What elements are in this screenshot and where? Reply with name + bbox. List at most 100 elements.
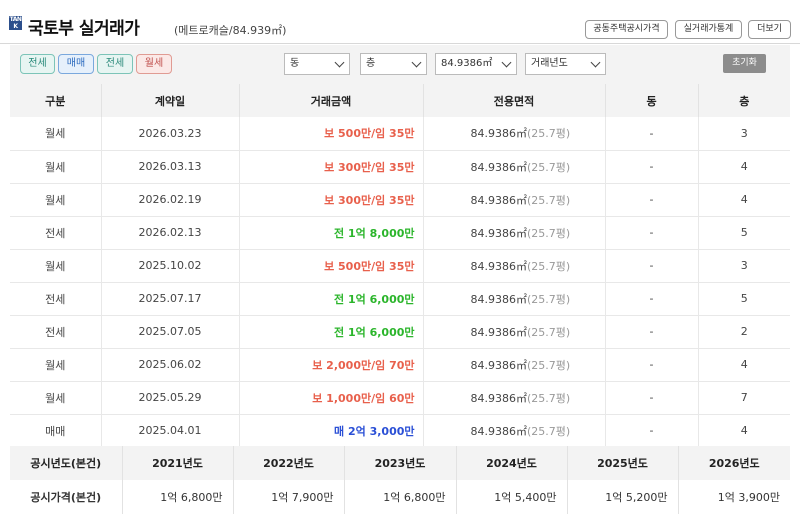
floor-select[interactable]: 층 [360,53,427,75]
type-cell: 월세 [10,183,102,217]
official-price-label: 공시가격(본건) [10,480,123,514]
type-cell: 월세 [10,150,102,184]
area-value: 84.9386㎡ [470,424,528,438]
type-cell: 월세 [10,381,102,415]
pyeong-value: (25.7평) [527,193,571,207]
date-cell: 2026.02.13 [101,216,240,250]
type-cell: 매매 [10,414,102,448]
official-price-cell: 1억 6,800만 [344,480,457,514]
date-cell: 2026.03.23 [101,117,240,151]
table-row: 전세 2026.02.13 전 1억 8,000만 84.9386㎡(25.7평) -5 [10,216,790,250]
official-year-cell: 2023년도 [344,446,457,480]
date-cell: 2026.02.19 [101,183,240,217]
area-cell: 84.9386㎡(25.7평) [423,315,606,349]
pyeong-value: (25.7평) [527,292,571,306]
filter-sale-button[interactable]: 매매 [58,54,94,74]
area-cell: 84.9386㎡(25.7평) [423,348,606,382]
pyeong-value: (25.7평) [527,325,571,339]
price-cell: 보 1,000만/임 60만 [239,381,424,415]
floor-cell: 5 [698,216,790,250]
official-year-cell: 2022년도 [233,446,345,480]
area-value: 84.9386㎡ [470,259,528,273]
table-row: 월세 2026.03.13 보 300만/임 35만 84.9386㎡(25.7평) -… [10,150,790,184]
floor-select-value: 층 [366,58,376,69]
page-header: TANK 국토부 실거래가 (메트로캐슬/84.939㎡) 공동주택공시가격 실… [0,0,800,44]
more-button[interactable]: 더보기 [748,20,791,39]
logo-text: TANK [9,16,22,30]
official-year-cell: 2026년도 [678,446,790,480]
col-header-floor: 층 [698,84,790,117]
official-year-row: 공시년도(본건) 2021년도 2022년도 2023년도 2024년도 2025년도 2… [10,446,790,480]
dong-select[interactable]: 동 [284,53,350,75]
area-value: 84.9386㎡ [470,127,528,141]
official-price-button[interactable]: 공동주택공시가격 [585,20,668,39]
table-row: 전세 2025.07.05 전 1억 6,000만 84.9386㎡(25.7평) -2 [10,315,790,349]
floor-cell: 4 [698,414,790,448]
filter-jeonse-button[interactable]: 전세 [20,54,55,74]
official-price-cell: 1억 6,800만 [122,480,234,514]
area-value: 84.9386㎡ [470,358,528,372]
col-header-type: 구분 [10,84,102,117]
statistics-button[interactable]: 실거래가통계 [675,20,742,39]
area-select-value: 84.9386㎡ [441,58,493,69]
price-cell: 보 500만/임 35만 [239,117,424,151]
dong-cell: - [605,216,699,250]
table-row: 전세 2025.07.17 전 1억 6,000만 84.9386㎡(25.7평) -5 [10,282,790,316]
year-select[interactable]: 거래년도 [525,53,606,75]
table-header-row: 구분 계약일 거래금액 전용면적 동 층 [10,84,790,117]
dong-cell: - [605,249,699,283]
type-cell: 전세 [10,282,102,316]
chevron-down-icon [334,57,345,68]
type-cell: 전세 [10,315,102,349]
official-price-row: 공시가격(본건) 1억 6,800만 1억 7,900만 1억 6,800만 1억 5… [10,480,790,514]
reset-button[interactable]: 초기화 [723,54,766,73]
area-value: 84.9386㎡ [470,391,528,405]
col-header-price: 거래금액 [239,84,424,117]
area-value: 84.9386㎡ [470,226,528,240]
pyeong-value: (25.7평) [527,226,571,240]
official-year-cell: 2024년도 [456,446,568,480]
price-cell: 보 500만/임 35만 [239,249,424,283]
dong-cell: - [605,282,699,316]
floor-cell: 7 [698,381,790,415]
type-cell: 전세 [10,216,102,250]
area-value: 84.9386㎡ [470,292,528,306]
tank-logo: TANK [9,16,22,30]
dong-cell: - [605,117,699,151]
date-cell: 2025.10.02 [101,249,240,283]
filter-monthly-rent-button[interactable]: 월세 [136,54,172,74]
official-price-table: 공시년도(본건) 2021년도 2022년도 2023년도 2024년도 2025년도 2… [10,446,790,514]
col-header-date: 계약일 [101,84,240,117]
table-row: 월세 2025.10.02 보 500만/임 35만 84.9386㎡(25.7평) -… [10,249,790,283]
table-row: 월세 2026.03.23 보 500만/임 35만 84.9386㎡(25.7평) -… [10,117,790,151]
area-value: 84.9386㎡ [470,193,528,207]
filter-bar: 전세 매매 전세 월세 동 층 84.9386㎡ 거래년도 초기화 [10,45,790,84]
price-cell: 전 1억 6,000만 [239,282,424,316]
area-cell: 84.9386㎡(25.7평) [423,414,606,448]
price-cell: 보 300만/임 35만 [239,183,424,217]
date-cell: 2026.03.13 [101,150,240,184]
official-year-label: 공시년도(본건) [10,446,123,480]
floor-cell: 2 [698,315,790,349]
dong-cell: - [605,183,699,217]
area-cell: 84.9386㎡(25.7평) [423,150,606,184]
type-cell: 월세 [10,348,102,382]
official-year-cell: 2025년도 [567,446,679,480]
area-select[interactable]: 84.9386㎡ [435,53,517,75]
chevron-down-icon [501,57,512,68]
date-cell: 2025.04.01 [101,414,240,448]
pyeong-value: (25.7평) [527,259,571,273]
dong-cell: - [605,381,699,415]
chevron-down-icon [590,57,601,68]
table-row: 월세 2025.05.29 보 1,000만/임 60만 84.9386㎡(25.7평… [10,381,790,415]
pyeong-value: (25.7평) [527,424,571,438]
col-header-dong: 동 [605,84,699,117]
dong-cell: - [605,150,699,184]
filter-jeonse-button-2[interactable]: 전세 [97,54,133,74]
apartment-subtitle: (메트로캐슬/84.939㎡) [174,24,287,37]
date-cell: 2025.07.05 [101,315,240,349]
pyeong-value: (25.7평) [527,127,571,141]
official-year-cell: 2021년도 [122,446,234,480]
pyeong-value: (25.7평) [527,391,571,405]
area-cell: 84.9386㎡(25.7평) [423,282,606,316]
